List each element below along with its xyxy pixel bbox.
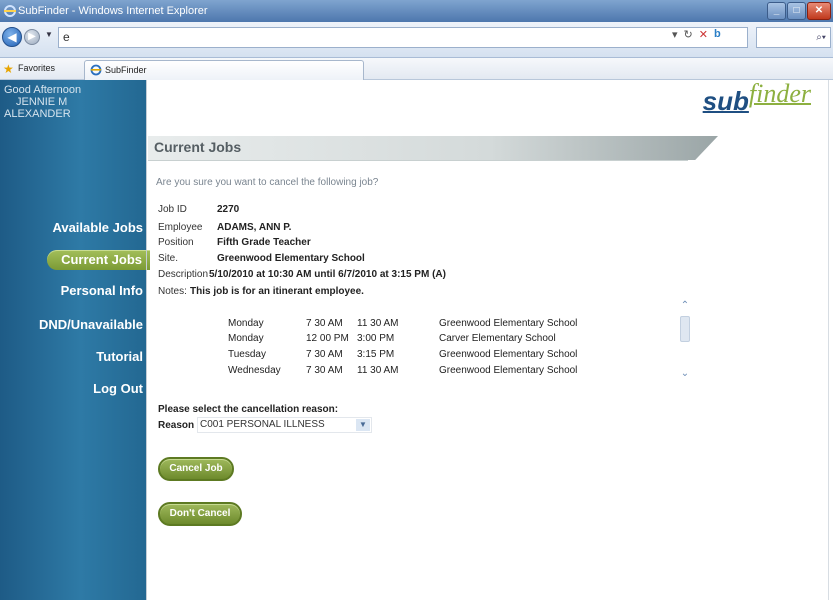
chevron-down-icon[interactable]: ▼ [356,419,370,431]
greeting: Good Afternoon JENNIE M ALEXANDER [4,84,144,120]
description-value: 5/10/2010 at 10:30 AM until 6/7/2010 at … [209,269,446,280]
position-value: Fifth Grade Teacher [217,237,311,248]
search-icon[interactable]: ⌕▾ [816,32,826,43]
site-value: Greenwood Elementary School [217,253,365,264]
schedule-day: Monday [228,318,264,329]
address-dropdown-icon[interactable]: ▾ [672,28,678,41]
close-icon[interactable]: ✕ [807,2,831,20]
tab-ie-icon [90,64,102,76]
sidebar [0,80,146,600]
window-title: SubFinder - Windows Internet Explorer [18,5,208,17]
reason-prompt: Please select the cancellation reason: [158,404,339,415]
greeting-name-last: ALEXANDER [4,108,71,120]
sidebar-item-available-jobs[interactable]: Available Jobs [52,220,143,235]
minimize-icon[interactable]: _ [767,2,786,20]
sidebar-item-tutorial[interactable]: Tutorial [96,349,143,364]
schedule-start: 12 00 PM [306,333,349,344]
content-right-border [828,80,829,600]
position-label: Position [158,237,194,248]
favorites-bar: ★ Favorites SubFinder [0,58,833,80]
schedule-site: Greenwood Elementary School [439,349,578,360]
greeting-line: Good Afternoon [4,84,82,96]
job-id-value: 2270 [217,204,240,215]
sidebar-item-personal-info[interactable]: Personal Info [61,283,143,298]
browser-tab[interactable]: SubFinder [84,60,364,80]
schedule-list: Monday 7 30 AM 11 30 AM Greenwood Elemen… [228,318,678,382]
content-divider [146,80,147,600]
notes-label: Notes: [158,286,187,297]
job-id-label: Job ID [158,204,187,215]
confirm-question: Are you sure you want to cancel the foll… [156,177,379,188]
maximize-icon[interactable]: □ [787,2,806,20]
refresh-icon[interactable]: ↻ [684,28,693,41]
logo-sub: sub [702,86,749,116]
scroll-down-icon[interactable]: ⌄ [678,368,692,380]
stop-icon[interactable]: ✕ [699,28,708,41]
search-input[interactable]: ⌕▾ [756,27,831,48]
logo-finder: finder [748,79,811,108]
schedule-day: Monday [228,333,264,344]
schedule-day: Tuesday [228,349,266,360]
schedule-site: Carver Elementary School [439,333,556,344]
ie-logo-icon [4,5,16,17]
sidebar-item-dnd-unavailable[interactable]: DND/Unavailable [39,317,143,332]
bing-icon[interactable]: b [714,28,721,41]
back-arrow-icon[interactable]: ◀ [2,27,22,47]
reason-selected-value: C001 PERSONAL ILLNESS [200,419,325,430]
schedule-end: 3:00 PM [357,333,395,344]
window-controls: _ □ ✕ [767,2,831,20]
sidebar-item-log-out[interactable]: Log Out [93,381,143,396]
schedule-site: Greenwood Elementary School [439,318,578,329]
schedule-scrollbar[interactable]: ⌃ ⌄ [678,300,692,382]
address-bar[interactable]: e [58,27,748,48]
dont-cancel-button[interactable]: Don't Cancel [158,502,242,526]
schedule-start: 7 30 AM [306,365,343,376]
favorites-button[interactable]: Favorites [18,63,55,73]
tab-title: SubFinder [105,65,147,75]
schedule-start: 7 30 AM [306,349,343,360]
section-underline [148,160,688,161]
schedule-day: Wednesday [228,365,281,376]
reason-select[interactable]: C001 PERSONAL ILLNESS ▼ [197,417,372,433]
sidebar-item-current-jobs[interactable]: Current Jobs [47,250,150,270]
greeting-name-first: JENNIE M [16,96,68,108]
reason-label: Reason [158,420,195,431]
scroll-thumb[interactable] [680,316,690,342]
window-titlebar: SubFinder - Windows Internet Explorer _ … [0,0,833,22]
site-label: Site. [158,253,179,264]
favorites-star-icon[interactable]: ★ [3,62,14,76]
description-label: Description [158,269,209,280]
history-dropdown-icon[interactable]: ▼ [45,30,53,39]
schedule-site: Greenwood Elementary School [439,365,578,376]
forward-arrow-icon[interactable]: ▶ [24,29,40,45]
scroll-up-icon[interactable]: ⌃ [678,300,692,312]
subfinder-logo: subfinder [702,79,811,117]
schedule-end: 11 30 AM [357,318,399,329]
notes-value: This job is for an itinerant employee. [190,286,364,297]
cancel-job-button[interactable]: Cancel Job [158,457,234,481]
page-title: Current Jobs [154,139,242,155]
employee-value: ADAMS, ANN P. [217,222,292,233]
address-tools: ▾ ↻ ✕ b [672,28,721,41]
schedule-start: 7 30 AM [306,318,343,329]
schedule-end: 11 30 AM [357,365,399,376]
schedule-end: 3:15 PM [357,349,395,360]
employee-label: Employee [158,222,203,233]
browser-navbar: ◀ ▶ ▼ e ▾ ↻ ✕ b ⌕▾ [0,22,833,58]
